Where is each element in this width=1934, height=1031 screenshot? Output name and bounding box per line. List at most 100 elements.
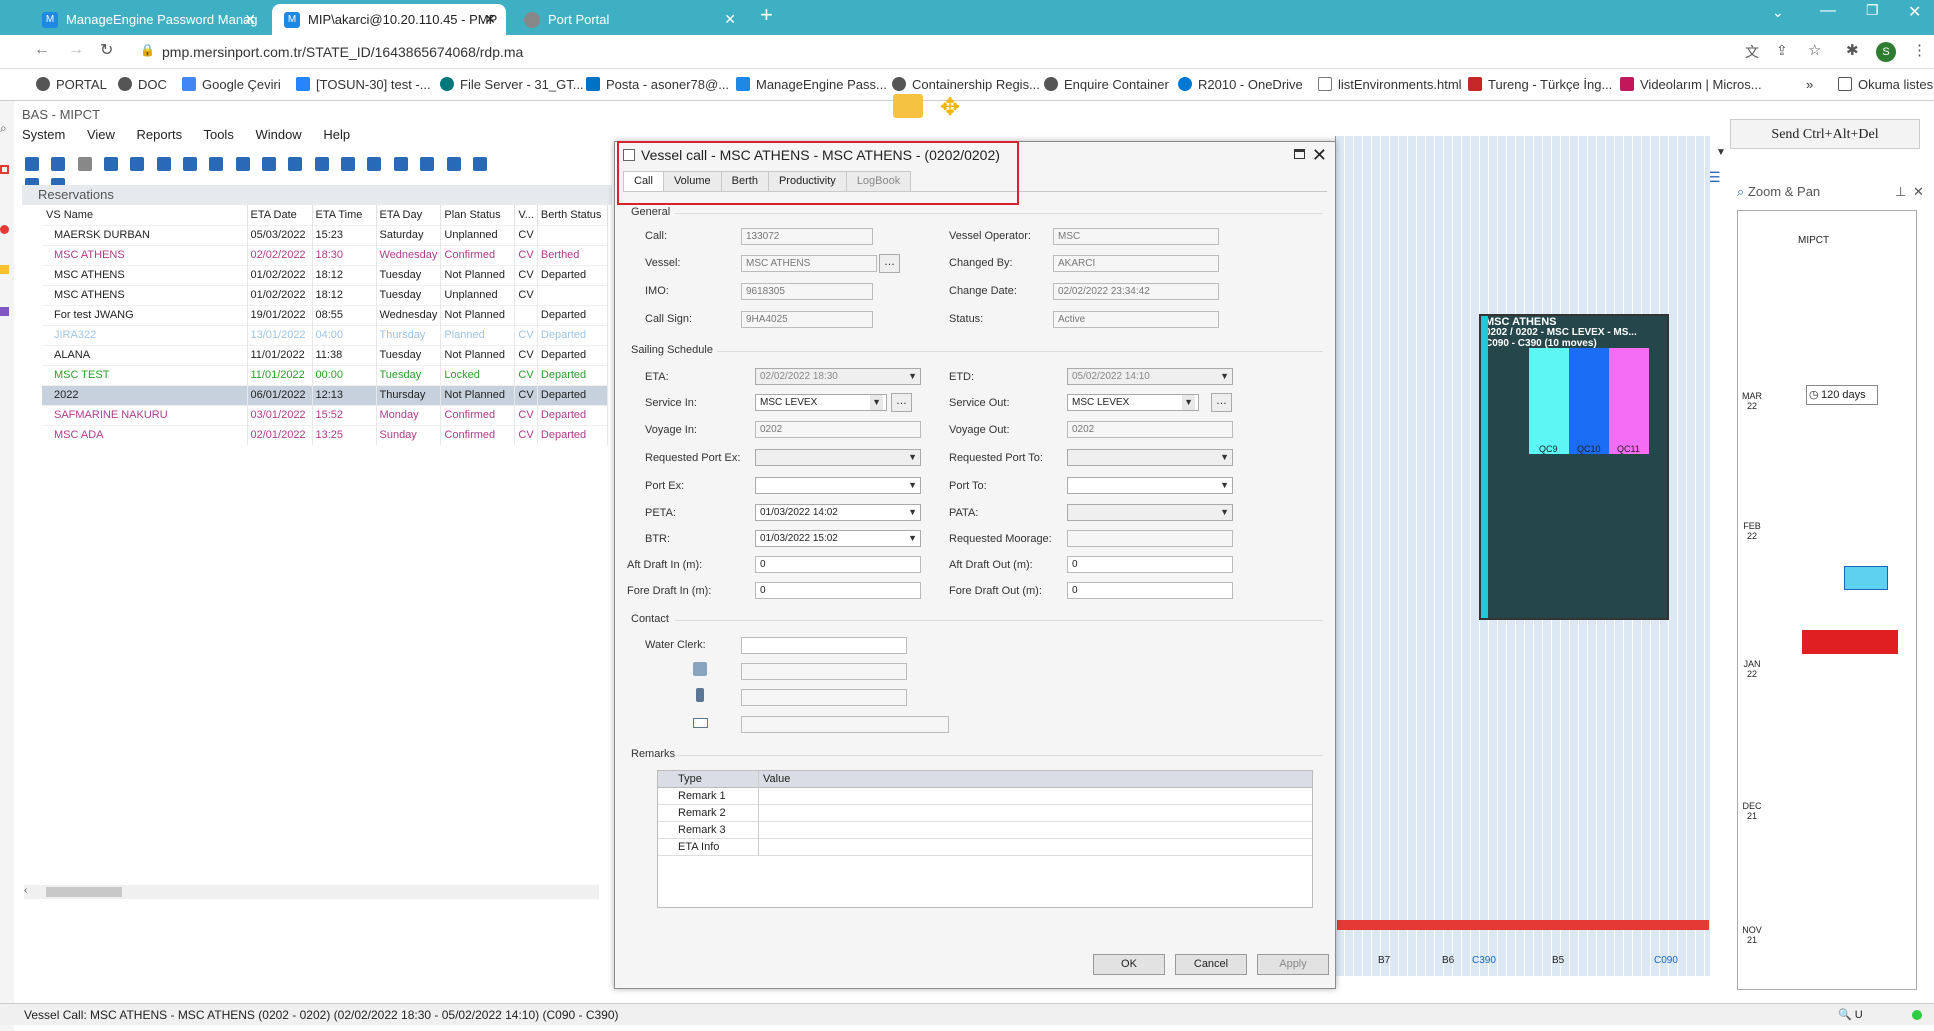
bollard-label-c090[interactable]: C090 <box>1654 955 1678 966</box>
imo-field[interactable]: 9618305 <box>741 283 873 300</box>
email-field[interactable] <box>741 716 949 733</box>
col-vs-name[interactable]: VS Name <box>42 205 248 225</box>
fore-draft-out-field[interactable]: 0 <box>1067 582 1233 599</box>
report-icon[interactable] <box>156 157 171 171</box>
bookmark-item[interactable]: listEnvironments.html <box>1318 77 1462 92</box>
cancel-button[interactable]: Cancel <box>1175 954 1247 975</box>
vessel-field[interactable]: MSC ATHENS <box>741 255 877 272</box>
delete-icon[interactable] <box>77 157 92 171</box>
bookmark-item[interactable]: ManageEngine Pass... <box>736 77 887 92</box>
calendar-icon[interactable] <box>393 157 408 171</box>
search-icon[interactable]: ⌕ <box>0 121 7 136</box>
viewport-marker[interactable] <box>1844 566 1888 590</box>
col-berth-status[interactable]: Berth Status <box>537 205 608 225</box>
menu-reports[interactable]: Reports <box>137 127 183 142</box>
bookmark-item[interactable]: R2010 - OneDrive <box>1178 77 1303 92</box>
berth-label-b7[interactable]: B7 <box>1378 955 1390 966</box>
table-row[interactable]: ALANA 11/01/2022 11:38 Tuesday Not Planned CV… <box>42 344 608 365</box>
refresh-icon[interactable] <box>209 157 224 171</box>
table-row[interactable]: SAFMARINE NAKURU 03/01/2022 15:52 Monday Con… <box>42 404 608 425</box>
info-icon[interactable] <box>235 157 250 171</box>
col-eta-time[interactable]: ETA Time <box>312 205 377 225</box>
filter-icon[interactable] <box>183 157 198 171</box>
more-menu-icon[interactable]: ⋮ <box>1912 41 1927 59</box>
bookmark-item[interactable]: Containership Regis... <box>892 77 1040 92</box>
aft-draft-out-field[interactable]: 0 <box>1067 556 1233 573</box>
eta-picker[interactable]: 02/02/2022 18:30 ▼ <box>755 368 921 385</box>
star-icon[interactable]: ☆ <box>1808 41 1821 59</box>
share-icon[interactable]: ⇪ <box>1776 42 1788 59</box>
extensions-icon[interactable]: ✱ <box>1846 41 1859 59</box>
minimize-window-button[interactable]: — <box>1820 2 1836 20</box>
pin-icon[interactable]: ⊥ <box>1895 184 1906 200</box>
remark-value[interactable] <box>758 839 763 856</box>
call-sign-field[interactable]: 9HA4025 <box>741 311 873 328</box>
status-field[interactable]: Active <box>1053 311 1219 328</box>
maximize-icon[interactable] <box>1294 149 1305 159</box>
bookmark-item[interactable]: File Server - 31_GT... <box>440 77 584 92</box>
btr-picker[interactable]: 01/03/2022 15:02 ▼ <box>755 530 921 547</box>
link-icon[interactable] <box>472 157 487 171</box>
restore-window-button[interactable]: ❐ <box>1866 2 1879 19</box>
settings-icon[interactable] <box>288 157 303 171</box>
new-tab-button[interactable]: + <box>760 2 773 28</box>
eye-icon[interactable] <box>420 157 435 171</box>
berth-label-b6[interactable]: B6 <box>1442 955 1454 966</box>
days-selector[interactable]: ◷ 120 days <box>1806 385 1878 405</box>
remark-value[interactable] <box>758 788 763 805</box>
expand-icon[interactable] <box>341 157 356 171</box>
file-icon[interactable] <box>0 307 9 316</box>
berth-label-b5[interactable]: B5 <box>1552 955 1564 966</box>
menu-system[interactable]: System <box>22 127 65 142</box>
vessel-block[interactable]: MSC ATHENS 0202 / 0202 - MSC LEVEX - MS.… <box>1479 314 1669 620</box>
layout-icon[interactable] <box>262 157 277 171</box>
table-row[interactable]: Remark 1 <box>658 788 1312 805</box>
save-icon[interactable] <box>51 157 66 171</box>
peta-picker[interactable]: 01/03/2022 14:02 ▼ <box>755 504 921 521</box>
service-out-lookup-button[interactable]: … <box>1211 393 1232 412</box>
port-to-select[interactable]: ▼ <box>1067 477 1233 494</box>
view-icon[interactable] <box>104 157 119 171</box>
aft-draft-in-field[interactable]: 0 <box>755 556 921 573</box>
table-row[interactable]: For test JWANG 19/01/2022 08:55 Wednesday No… <box>42 304 608 325</box>
table-row[interactable]: Remark 2 <box>658 805 1312 822</box>
table-row[interactable]: ETA Info <box>658 839 1312 856</box>
voyage-in-field[interactable]: 0202 <box>755 421 921 438</box>
col-plan-status[interactable]: Plan Status <box>440 205 516 225</box>
send-ctrl-alt-del-button[interactable]: Send Ctrl+Alt+Del <box>1730 119 1920 149</box>
requested-port-ex-select[interactable]: ▼ <box>755 449 921 466</box>
browser-tab-password-manager[interactable]: M ManageEngine Password Manag ✕ <box>30 4 266 35</box>
record-icon[interactable] <box>0 225 9 234</box>
folder-icon[interactable] <box>893 94 923 118</box>
table-row[interactable]: MSC ATHENS 01/02/2022 18:12 Tuesday Unplanne… <box>42 284 608 305</box>
horizontal-scrollbar[interactable]: ‹ <box>24 885 599 899</box>
crane-icon[interactable] <box>367 157 382 171</box>
table-row[interactable]: MSC ATHENS 02/02/2022 18:30 Wednesday Confir… <box>42 244 608 265</box>
changed-by-field[interactable]: AKARCI <box>1053 255 1219 272</box>
menu-help[interactable]: Help <box>323 127 350 142</box>
col-v[interactable]: V... <box>514 205 538 225</box>
scrollbar-thumb[interactable] <box>46 887 122 897</box>
browser-tab-port-portal[interactable]: Port Portal ✕ <box>512 4 746 35</box>
remark-value[interactable] <box>758 822 763 839</box>
close-icon[interactable]: ✕ <box>1913 184 1924 200</box>
menu-window[interactable]: Window <box>255 127 301 142</box>
table-row[interactable]: Remark 3 <box>658 822 1312 839</box>
service-in-lookup-button[interactable]: … <box>891 393 912 412</box>
back-icon[interactable]: ← <box>34 41 50 59</box>
close-icon[interactable]: ✕ <box>724 4 736 35</box>
bookmark-item[interactable]: PORTAL <box>36 77 107 92</box>
lock-icon[interactable]: 🔒 <box>140 43 155 57</box>
list-icon[interactable] <box>130 157 145 171</box>
water-clerk-field[interactable] <box>741 637 907 654</box>
zoom-icon[interactable] <box>446 157 461 171</box>
menu-view[interactable]: View <box>87 127 115 142</box>
service-out-select[interactable]: MSC LEVEX ▼ <box>1067 394 1199 411</box>
scroll-left-icon[interactable]: ‹ <box>24 885 27 896</box>
col-eta-day[interactable]: ETA Day <box>376 205 442 225</box>
requested-moorage-field[interactable] <box>1067 530 1233 547</box>
browser-tab-pmp[interactable]: M MIP\akarci@10.20.110.45 - PMP ✕ <box>272 4 506 35</box>
bookmark-item[interactable]: Tureng - Türkçe İng... <box>1468 77 1612 92</box>
apply-button[interactable]: Apply <box>1257 954 1329 975</box>
profile-avatar[interactable]: S <box>1876 42 1896 62</box>
